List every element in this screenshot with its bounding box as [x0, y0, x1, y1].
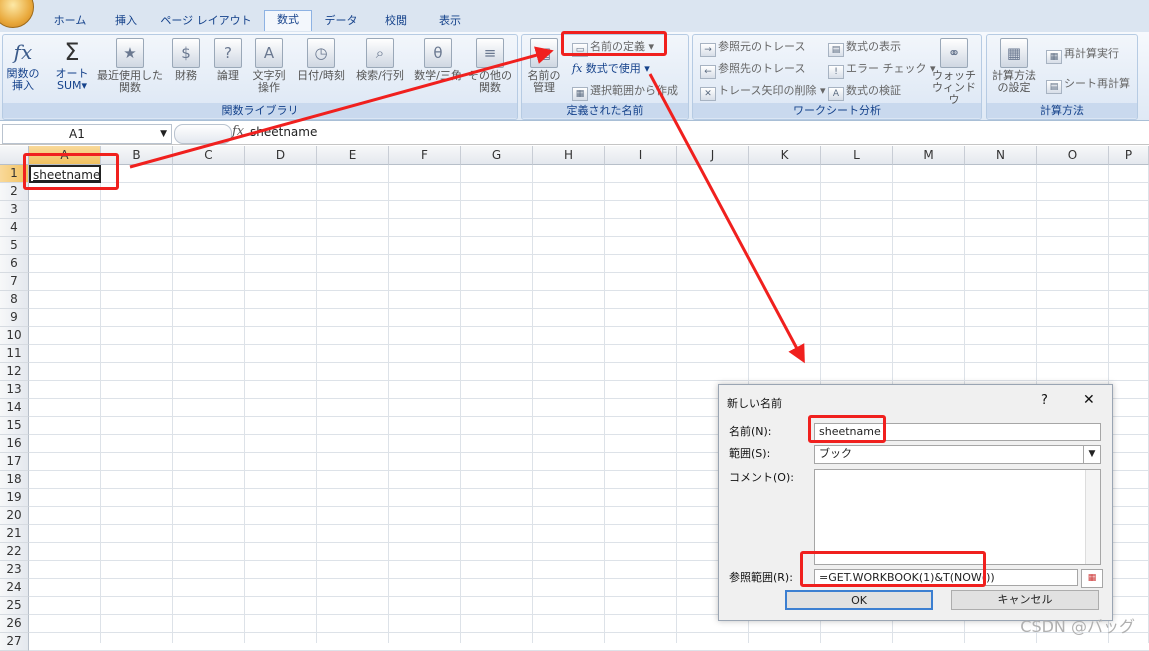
annotation-arrows [129, 46, 805, 364]
annotation-arrow-to-ribbon [129, 46, 554, 169]
watermark: CSDN @バッグ [1020, 617, 1135, 636]
annotation-arrow-to-dialog [648, 73, 805, 364]
